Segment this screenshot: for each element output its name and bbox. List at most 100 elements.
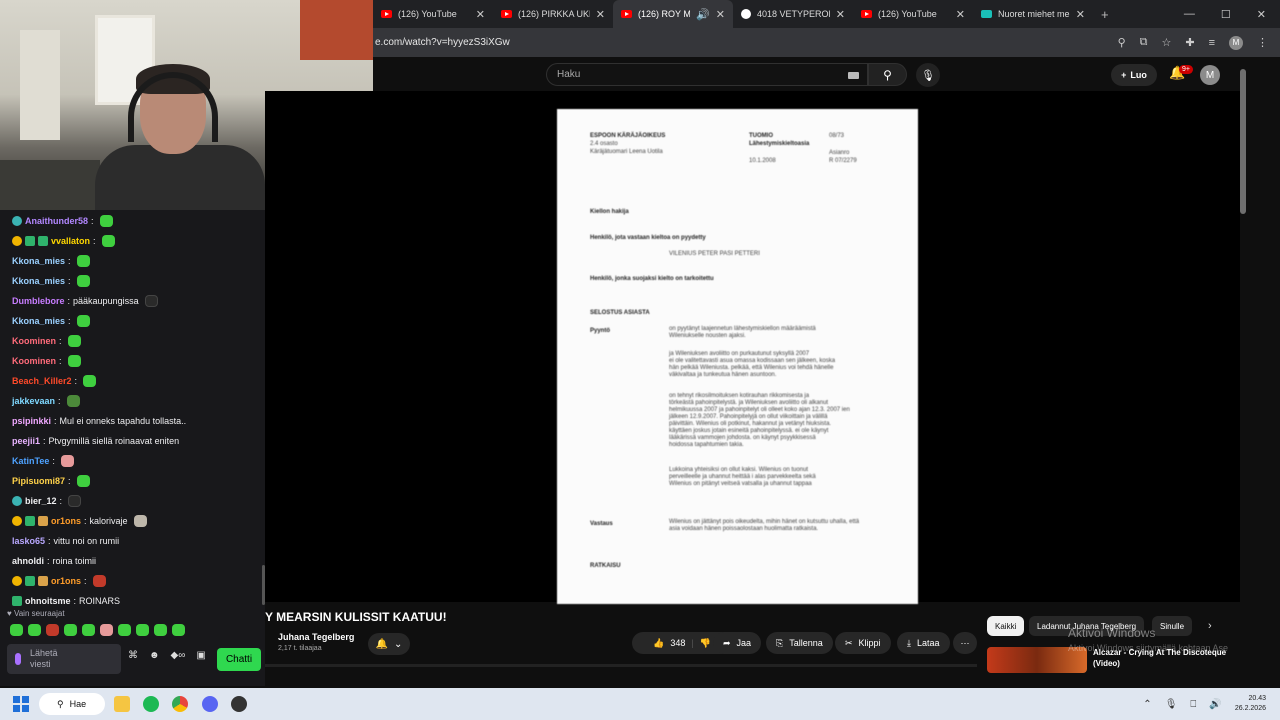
chevron-up-icon[interactable]: ⌃: [1143, 699, 1151, 710]
chat-emote[interactable]: [83, 375, 97, 387]
emote-button[interactable]: [154, 624, 167, 636]
emote-button[interactable]: [100, 624, 113, 636]
close-icon[interactable]: ✕: [836, 8, 845, 21]
emote-button[interactable]: [172, 624, 185, 636]
chat-username[interactable]: ohnoitsme: [25, 596, 71, 606]
chat-username[interactable]: psipinkki: [12, 416, 51, 426]
obs-icon[interactable]: [231, 696, 247, 712]
chat-emote[interactable]: [76, 475, 90, 487]
chat-scrollbar[interactable]: [262, 565, 265, 605]
close-window-icon[interactable]: ✕: [1257, 8, 1266, 21]
media-icon[interactable]: ≡: [1209, 37, 1215, 49]
page-scrollbar[interactable]: [1240, 57, 1280, 668]
close-icon[interactable]: ✕: [716, 8, 725, 21]
sub-badge-icon[interactable]: [38, 576, 48, 586]
chat-username[interactable]: or1ons: [51, 576, 81, 586]
chat-emote[interactable]: [67, 355, 81, 367]
chat-emote[interactable]: [67, 335, 81, 347]
discord-icon[interactable]: [202, 696, 218, 712]
chat-emote[interactable]: [92, 575, 106, 587]
more-actions-button[interactable]: ⋯: [953, 632, 977, 654]
channel-name[interactable]: Juhana Tegelberg: [278, 632, 354, 642]
smiley-icon[interactable]: ☻: [149, 650, 160, 661]
chrome-icon[interactable]: [172, 696, 188, 712]
chat-username[interactable]: Beach_Killer2: [12, 376, 72, 386]
chat-username[interactable]: or1ons: [51, 516, 81, 526]
mic-icon[interactable]: [15, 653, 21, 665]
emote-button[interactable]: [10, 624, 23, 636]
dislike-button[interactable]: 👎: [700, 638, 711, 649]
chat-username[interactable]: lasko65: [12, 536, 45, 546]
chat-username[interactable]: peejii1: [12, 436, 40, 446]
chat-emote[interactable]: [76, 255, 90, 267]
scrollbar-thumb[interactable]: [1240, 69, 1246, 214]
clock[interactable]: 20.43 26.2.2026: [1235, 694, 1266, 714]
minimize-icon[interactable]: —: [1184, 8, 1195, 21]
account-avatar[interactable]: M: [1200, 65, 1220, 85]
emote-button[interactable]: [28, 624, 41, 636]
emote-button[interactable]: [46, 624, 59, 636]
sub-badge-icon[interactable]: [12, 496, 22, 506]
store-icon[interactable]: ▣: [196, 650, 205, 661]
sub-badge-icon[interactable]: [25, 576, 35, 586]
save-button[interactable]: ⎘ Tallenna: [766, 632, 833, 654]
emote-button[interactable]: [118, 624, 131, 636]
url-field[interactable]: e.com/watch?v=hyyezS3iXGw: [375, 37, 510, 48]
badge-icon[interactable]: [12, 236, 22, 246]
voice-search-button[interactable]: 🎙: [916, 63, 940, 87]
close-icon[interactable]: ✕: [956, 8, 965, 21]
chat-send-button[interactable]: Chatti: [217, 648, 261, 671]
chat-username[interactable]: Pipisuomi87: [12, 476, 65, 486]
download-button[interactable]: ⤓ Lataa: [897, 632, 950, 654]
tab-5[interactable]: Nuoret miehet meik ✕: [973, 0, 1093, 28]
chat-username[interactable]: vvallaton: [51, 236, 90, 246]
tab-4[interactable]: (126) YouTube ✕: [853, 0, 973, 28]
bookmark-star-icon[interactable]: ☆: [1161, 36, 1171, 49]
chat-username[interactable]: bier_12: [25, 496, 57, 506]
sub-badge-icon[interactable]: [38, 236, 48, 246]
chip-all[interactable]: Kaikki: [987, 616, 1025, 636]
speaker-icon[interactable]: 🔊: [696, 8, 710, 21]
chat-emote[interactable]: [68, 495, 82, 507]
chat-username[interactable]: ahnoldi: [12, 556, 44, 566]
sub-badge-icon[interactable]: [25, 236, 35, 246]
close-icon[interactable]: ✕: [1076, 8, 1085, 21]
chat-emote[interactable]: [66, 395, 80, 407]
microphone-icon[interactable]: 🎙: [1165, 699, 1178, 710]
like-button[interactable]: 👍 348: [653, 638, 685, 649]
emote-picker-icon[interactable]: ⌘: [128, 650, 138, 661]
close-icon[interactable]: ✕: [476, 8, 485, 21]
chevron-right-icon[interactable]: ›: [1208, 620, 1212, 632]
chat-emote[interactable]: [144, 295, 158, 307]
chat-emote[interactable]: [76, 275, 90, 287]
chat-username[interactable]: jakkevaan: [12, 396, 55, 406]
chat-username[interactable]: Anaithunder58: [25, 216, 88, 226]
sub-badge-icon[interactable]: [38, 516, 48, 526]
new-tab-icon[interactable]: +: [1093, 7, 1117, 22]
zoom-icon[interactable]: ⚲: [1118, 36, 1126, 49]
windows-start-icon[interactable]: [13, 696, 29, 712]
maximize-icon[interactable]: ☐: [1221, 8, 1231, 21]
badge-icon[interactable]: [12, 516, 22, 526]
create-button[interactable]: + Luo: [1111, 64, 1157, 86]
chat-emote[interactable]: [99, 215, 113, 227]
search-button[interactable]: ⚲: [868, 63, 907, 86]
badge-icon[interactable]: [12, 576, 22, 586]
chat-username[interactable]: Kkona_mies: [12, 276, 65, 286]
chat-username[interactable]: Kkona_mies: [12, 256, 65, 266]
chat-username[interactable]: Koominen: [12, 336, 56, 346]
extensions-icon[interactable]: ✚: [1185, 36, 1194, 49]
chat-emote[interactable]: [60, 455, 74, 467]
bits-icon[interactable]: ◆∞: [171, 650, 186, 661]
volume-icon[interactable]: 🔊: [1209, 699, 1221, 710]
subscription-bell-button[interactable]: 🔔 ⌄: [368, 633, 410, 655]
chip-for-you[interactable]: Sinulle: [1152, 616, 1193, 636]
sub-badge-icon[interactable]: [12, 216, 22, 226]
network-icon[interactable]: ⎕: [1190, 699, 1196, 710]
chat-username[interactable]: Koominen: [12, 356, 56, 366]
chat-username[interactable]: Kkona_mies: [12, 316, 65, 326]
tab-3[interactable]: 4018 VETYPEROKSI ✕: [733, 0, 853, 28]
search-input[interactable]: Haku: [546, 63, 868, 86]
clip-button[interactable]: ✂ Klippi: [835, 632, 891, 654]
tab-2[interactable]: (126) ROY MEAR 🔊 ✕: [613, 0, 733, 28]
